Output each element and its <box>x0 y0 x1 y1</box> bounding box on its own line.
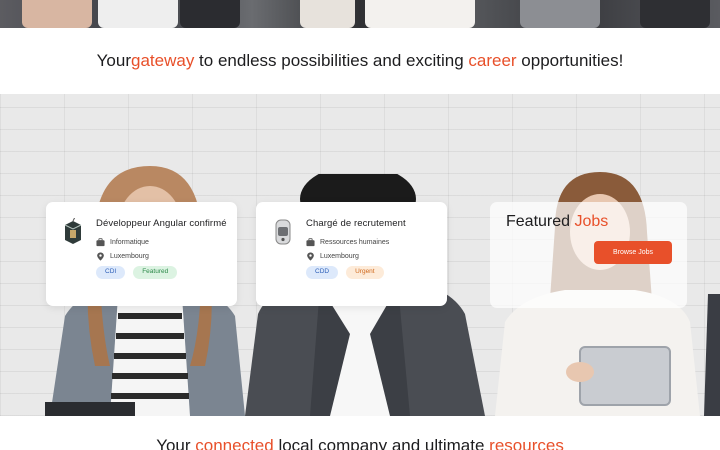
company-logo-icon <box>64 218 82 244</box>
company-logo-icon <box>275 219 291 245</box>
job-category: Informatique <box>96 238 149 247</box>
briefcase-icon <box>96 238 105 247</box>
job-title[interactable]: Développeur Angular confirmé <box>96 218 227 229</box>
job-location: Luxembourg <box>96 252 149 261</box>
tagline: Your gateway to endless possibilities an… <box>0 28 720 94</box>
tagline-accent: gateway <box>131 51 195 70</box>
section-heading-text: Your <box>156 436 196 450</box>
top-hero-image <box>0 0 720 28</box>
job-card[interactable]: Chargé de recrutement Ressources humaine… <box>256 202 447 306</box>
job-title[interactable]: Chargé de recrutement <box>306 218 406 229</box>
briefcase-icon <box>306 238 315 247</box>
tagline-text: Your <box>96 51 131 70</box>
person-edge-right <box>704 294 720 416</box>
featured-heading-accent: Jobs <box>574 213 609 230</box>
job-location-label: Luxembourg <box>110 253 149 260</box>
job-category-label: Ressources humaines <box>320 239 390 246</box>
featured-heading-text: Featured <box>506 213 575 230</box>
contract-type-badge: CDD <box>306 266 339 279</box>
job-location: Luxembourg <box>306 252 359 261</box>
job-card[interactable]: Développeur Angular confirmé Informatiqu… <box>46 202 237 306</box>
job-location-label: Luxembourg <box>320 253 359 260</box>
section-heading-accent: resources <box>489 436 564 450</box>
map-pin-icon <box>307 252 314 261</box>
person-torso <box>520 0 600 28</box>
map-pin-icon <box>97 252 104 261</box>
job-badges: CDD Urgent <box>306 266 384 279</box>
urgent-badge: Urgent <box>346 266 384 279</box>
job-badges: CDI Featured <box>96 266 178 279</box>
person-torso <box>300 0 355 28</box>
contract-type-badge: CDI <box>96 266 126 279</box>
job-category-label: Informatique <box>110 239 149 246</box>
person-torso <box>365 0 475 28</box>
tagline-text: to endless possibilities and exciting <box>194 51 469 70</box>
section-heading: Your connected local company and ultimat… <box>0 436 720 450</box>
featured-jobs-panel: Featured Jobs Browse Jobs <box>490 202 687 308</box>
section-heading-accent: connected <box>195 436 274 450</box>
browse-jobs-button[interactable]: Browse Jobs <box>594 241 672 264</box>
section-heading-text: local company and ultimate <box>273 436 490 450</box>
person-torso <box>180 0 240 28</box>
laptop-image <box>45 402 135 416</box>
person-torso <box>640 0 710 28</box>
featured-badge: Featured <box>133 266 178 279</box>
featured-jobs-heading: Featured Jobs <box>506 213 608 231</box>
tagline-text: opportunities! <box>516 51 624 70</box>
person-torso <box>98 0 178 28</box>
tagline-accent: career <box>468 51 517 70</box>
person-torso <box>22 0 92 28</box>
job-category: Ressources humaines <box>306 238 389 247</box>
